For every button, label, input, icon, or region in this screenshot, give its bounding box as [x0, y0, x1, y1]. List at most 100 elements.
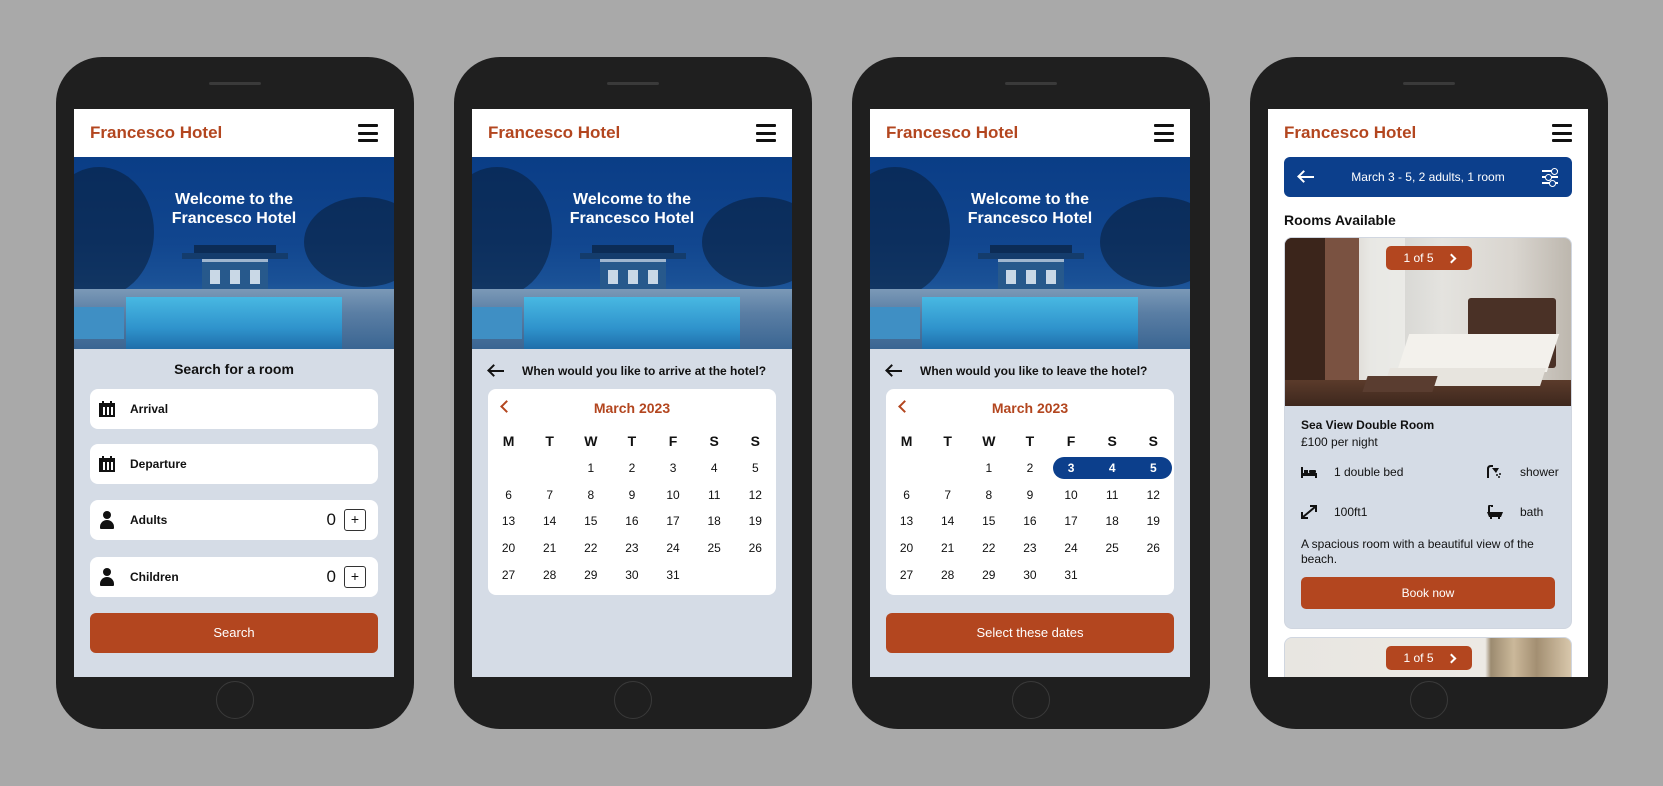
calendar-day[interactable]: 9 [611, 488, 652, 502]
calendar-day[interactable]: 20 [488, 541, 529, 555]
calendar-day[interactable]: 27 [488, 568, 529, 582]
photo-pager[interactable]: 1 of 5 [1386, 646, 1472, 670]
calendar-day[interactable]: 4 [694, 461, 735, 475]
search-summary-bar[interactable]: March 3 - 5, 2 adults, 1 room [1284, 157, 1572, 197]
home-button[interactable] [1410, 681, 1448, 719]
phone-frame: Francesco Hotel Welcome to the Francesco… [852, 57, 1210, 729]
chevron-right-icon[interactable] [1446, 653, 1456, 663]
calendar-day[interactable]: 29 [968, 568, 1009, 582]
calendar-day[interactable]: 17 [653, 514, 694, 528]
home-button[interactable] [216, 681, 254, 719]
chevron-right-icon[interactable] [1446, 253, 1456, 263]
back-arrow-icon[interactable] [1298, 171, 1314, 183]
calendar-day[interactable]: 2 [1009, 461, 1050, 475]
date-prompt: When would you like to leave the hotel? [886, 364, 1178, 378]
calendar-day[interactable]: 6 [886, 488, 927, 502]
filter-icon[interactable] [1542, 168, 1558, 187]
calendar-day[interactable]: 25 [1092, 541, 1133, 555]
chevron-left-icon[interactable] [898, 400, 911, 413]
room-amenities: 1 double bed shower 100ft1 bath [1301, 455, 1559, 535]
search-button[interactable]: Search [90, 613, 378, 653]
calendar-day[interactable]: 8 [968, 488, 1009, 502]
calendar-day[interactable]: 28 [529, 568, 570, 582]
calendar-day[interactable]: 3 [1051, 461, 1092, 475]
back-arrow-icon[interactable] [886, 365, 902, 377]
calendar-day[interactable]: 6 [488, 488, 529, 502]
calendar-day[interactable]: 24 [1051, 541, 1092, 555]
person-icon [99, 568, 115, 586]
calendar-day[interactable]: 23 [611, 541, 652, 555]
select-dates-button[interactable]: Select these dates [886, 613, 1174, 653]
calendar-day[interactable]: 1 [570, 461, 611, 475]
calendar-day[interactable]: 30 [611, 568, 652, 582]
calendar-day[interactable]: 19 [1133, 514, 1174, 528]
menu-icon[interactable] [756, 124, 776, 142]
back-arrow-icon[interactable] [488, 365, 504, 377]
calendar-day[interactable]: 12 [735, 488, 776, 502]
calendar-day[interactable]: 17 [1051, 514, 1092, 528]
calendar-day[interactable]: 18 [1092, 514, 1133, 528]
calendar-day[interactable]: 7 [927, 488, 968, 502]
calendar-day[interactable]: 19 [735, 514, 776, 528]
calendar-day[interactable]: 20 [886, 541, 927, 555]
calendar-day[interactable]: 16 [611, 514, 652, 528]
calendar-day[interactable]: 27 [886, 568, 927, 582]
home-button[interactable] [1012, 681, 1050, 719]
photo-pager[interactable]: 1 of 5 [1386, 246, 1472, 270]
calendar-day[interactable]: 5 [1133, 461, 1174, 475]
calendar-day[interactable]: 10 [1051, 488, 1092, 502]
calendar-day[interactable]: 14 [529, 514, 570, 528]
calendar-day[interactable]: 5 [735, 461, 776, 475]
children-plus-button[interactable]: + [344, 566, 366, 588]
calendar-day[interactable]: 8 [570, 488, 611, 502]
menu-icon[interactable] [1154, 124, 1174, 142]
calendar-day[interactable]: 10 [653, 488, 694, 502]
calendar-day[interactable]: 18 [694, 514, 735, 528]
calendar-day[interactable]: 31 [653, 568, 694, 582]
calendar-day[interactable]: 23 [1009, 541, 1050, 555]
calendar-day[interactable]: 26 [1133, 541, 1174, 555]
calendar-day[interactable]: 22 [968, 541, 1009, 555]
calendar-day[interactable]: 12 [1133, 488, 1174, 502]
brand-logo[interactable]: Francesco Hotel [90, 123, 222, 143]
brand-logo[interactable]: Francesco Hotel [886, 123, 1018, 143]
calendar-day[interactable]: 13 [886, 514, 927, 528]
hero-image: Welcome to the Francesco Hotel [74, 157, 394, 349]
calendar-day[interactable]: 4 [1092, 461, 1133, 475]
calendar-day[interactable]: 16 [1009, 514, 1050, 528]
calendar-day[interactable]: 7 [529, 488, 570, 502]
brand-logo[interactable]: Francesco Hotel [488, 123, 620, 143]
calendar-day[interactable]: 30 [1009, 568, 1050, 582]
home-button[interactable] [614, 681, 652, 719]
calendar-day[interactable]: 1 [968, 461, 1009, 475]
calendar-day[interactable]: 13 [488, 514, 529, 528]
calendar-day[interactable]: 24 [653, 541, 694, 555]
menu-icon[interactable] [1552, 124, 1572, 142]
calendar-day[interactable]: 15 [968, 514, 1009, 528]
adults-plus-button[interactable]: + [344, 509, 366, 531]
calendar-day[interactable]: 29 [570, 568, 611, 582]
chevron-left-icon[interactable] [500, 400, 513, 413]
departure-field[interactable]: Departure [90, 444, 378, 484]
calendar-day[interactable]: 21 [927, 541, 968, 555]
book-now-button[interactable]: Book now [1301, 577, 1555, 609]
calendar-day[interactable]: 25 [694, 541, 735, 555]
calendar-day[interactable]: 21 [529, 541, 570, 555]
arrival-field[interactable]: Arrival [90, 389, 378, 429]
brand-logo[interactable]: Francesco Hotel [1284, 123, 1416, 143]
calendar-day[interactable]: 3 [653, 461, 694, 475]
top-bar: Francesco Hotel [1268, 109, 1588, 157]
calendar-day[interactable]: 26 [735, 541, 776, 555]
weekday-label: T [627, 433, 637, 449]
calendar-month: March 2023 [991, 400, 1069, 416]
menu-icon[interactable] [358, 124, 378, 142]
calendar-day[interactable]: 28 [927, 568, 968, 582]
calendar-day[interactable]: 9 [1009, 488, 1050, 502]
calendar-day[interactable]: 31 [1051, 568, 1092, 582]
calendar-day[interactable]: 14 [927, 514, 968, 528]
calendar-day[interactable]: 15 [570, 514, 611, 528]
calendar-day[interactable]: 22 [570, 541, 611, 555]
calendar-day[interactable]: 11 [1092, 488, 1133, 502]
calendar-day[interactable]: 11 [694, 488, 735, 502]
calendar-day[interactable]: 2 [611, 461, 652, 475]
